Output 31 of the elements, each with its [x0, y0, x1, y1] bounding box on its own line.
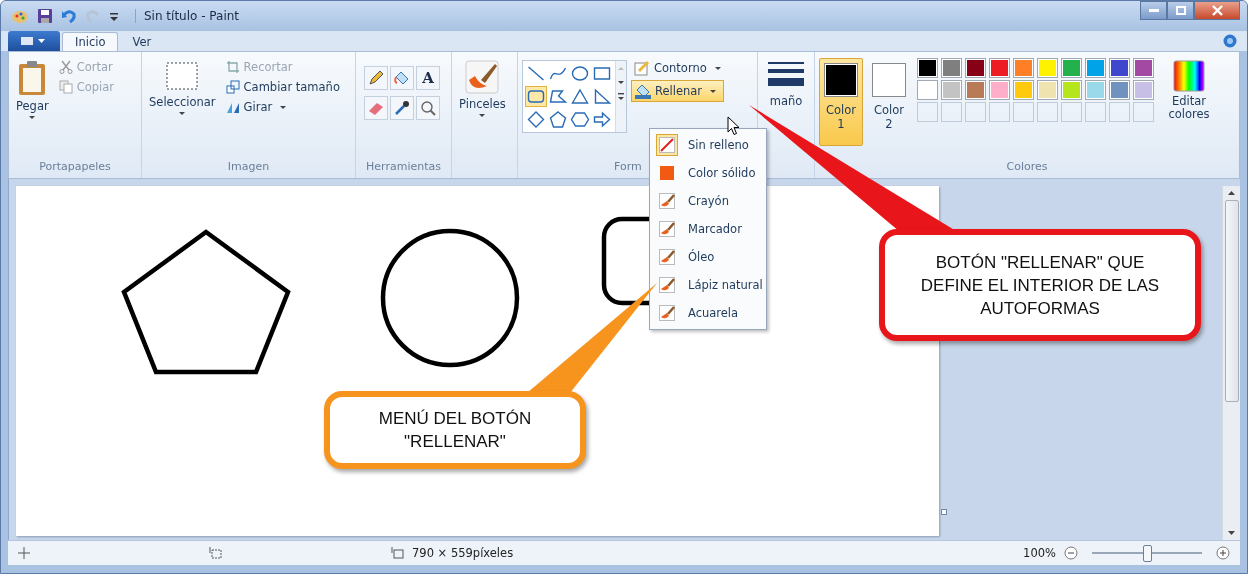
edit-colors-button[interactable]: Editar colores — [1164, 58, 1214, 123]
fill-button[interactable]: Rellenar — [631, 80, 724, 102]
brushes-button[interactable]: Pinceles — [456, 58, 509, 119]
ribbon-command[interactable]: Cambiar tamaño — [222, 78, 343, 96]
group-label: Imagen — [226, 159, 271, 175]
callout-text: MENÚ DEL BOTÓN "RELLENAR" — [377, 408, 533, 453]
menu-item[interactable]: Sin relleno — [652, 131, 764, 159]
menu-item[interactable]: Acuarela — [652, 299, 764, 327]
size-label: maño — [769, 94, 803, 108]
ribbon-tab[interactable]: Inicio — [62, 32, 119, 51]
outline-button[interactable]: Contorno — [631, 58, 724, 78]
ribbon-tab[interactable]: Ver — [120, 32, 164, 51]
zoom-level: 100% — [1023, 546, 1056, 560]
menu-item[interactable]: Lápiz natural — [652, 271, 764, 299]
menu-item[interactable]: Óleo — [652, 243, 764, 271]
select-button[interactable]: Seleccionar — [146, 58, 219, 117]
group-label: Colores — [1005, 159, 1049, 175]
tool-button[interactable]: A — [416, 66, 440, 90]
menu-item[interactable]: Crayón — [652, 187, 764, 215]
menu-item[interactable]: Color sólido — [652, 159, 764, 187]
callout-text: BOTÓN "RELLENAR" QUE DEFINE EL INTERIOR DE LAS AUTOFORMAS — [919, 251, 1161, 320]
color-selector-button[interactable]: Color 2 — [867, 58, 911, 146]
image-size-text: 790 × 559píxeles — [412, 546, 514, 560]
menu-item[interactable]: Marcador — [652, 215, 764, 243]
paste-button[interactable]: Pegar — [13, 58, 52, 121]
color-selector-button[interactable]: Color 1 — [819, 58, 863, 146]
ribbon-command[interactable]: Girar — [222, 98, 343, 116]
group-label: Herramientas — [365, 159, 442, 175]
group-label: Portapapeles — [38, 159, 112, 175]
group-label: Form — [614, 159, 642, 175]
window-title: Sin título - Paint — [135, 9, 240, 23]
